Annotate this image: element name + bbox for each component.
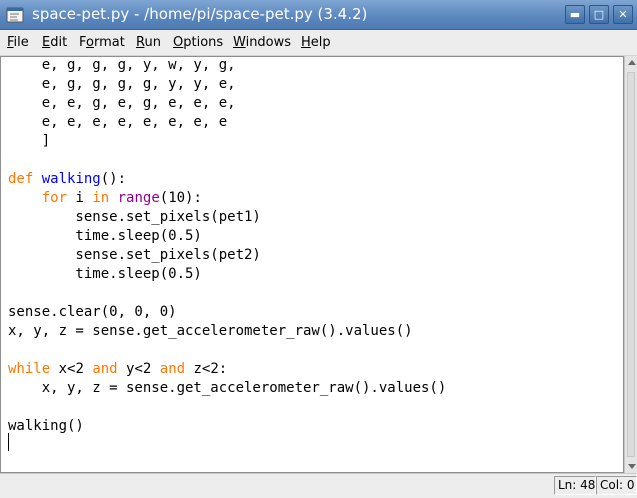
menu-file[interactable]: File	[7, 35, 29, 50]
code-token-bi: range	[117, 190, 160, 206]
code-token-kw: and	[159, 361, 186, 377]
code-line: e, e, g, e, g, e, e, e,	[8, 94, 236, 113]
code-token: ]	[8, 133, 51, 149]
code-line: walking()	[8, 417, 84, 436]
scroll-down-icon[interactable]	[628, 464, 636, 469]
status-column-number: Col: 0	[596, 476, 637, 495]
code-token: time.sleep(0.5)	[8, 266, 202, 282]
code-line: x, y, z = sense.get_accelerometer_raw().…	[8, 379, 447, 398]
code-line: while x<2 and y<2 and z<2:	[8, 360, 227, 379]
code-token: y<2	[117, 361, 160, 377]
code-token-kw: for	[41, 190, 68, 206]
code-token-kw: def	[8, 171, 34, 187]
code-editor[interactable]: e, g, g, g, y, w, y, g, e, g, g, g, g, y…	[0, 56, 624, 473]
maximize-icon: □	[593, 8, 605, 21]
code-token: i	[67, 190, 93, 206]
code-line: e, g, g, g, g, y, y, e,	[8, 75, 236, 94]
code-token: x, y, z = sense.get_accelerometer_raw().…	[8, 380, 447, 396]
code-line: sense.set_pixels(pet1)	[8, 208, 261, 227]
code-line: e, e, e, e, e, e, e, e	[8, 113, 227, 132]
code-token: ():	[100, 171, 127, 187]
code-token: z<2:	[185, 361, 228, 377]
menu-format[interactable]: Format	[79, 35, 125, 50]
scrollbar-thumb[interactable]	[627, 72, 635, 457]
code-line: for i in range(10):	[8, 189, 202, 208]
code-token-kw: and	[92, 361, 118, 377]
menu-options[interactable]: Options	[173, 35, 223, 50]
menu-run[interactable]: Run	[136, 35, 161, 50]
code-line: time.sleep(0.5)	[8, 265, 202, 284]
code-token: x, y, z = sense.get_accelerometer_raw().…	[8, 323, 413, 339]
code-token: walking()	[8, 418, 84, 434]
close-button[interactable]: ✕	[613, 5, 633, 24]
code-line: sense.set_pixels(pet2)	[8, 246, 261, 265]
status-bar: Ln: 48 Col: 0	[0, 473, 637, 498]
code-line: time.sleep(0.5)	[8, 227, 202, 246]
code-line: e, g, g, g, y, w, y, g,	[8, 57, 236, 75]
code-line: sense.clear(0, 0, 0)	[8, 303, 177, 322]
maximize-button[interactable]: □	[589, 5, 609, 24]
code-token: x<2	[50, 361, 93, 377]
code-line: def walking():	[8, 170, 126, 189]
code-token: e, g, g, g, y, w, y, g,	[8, 57, 236, 73]
code-token-fn: walking	[41, 171, 101, 187]
python-idle-icon	[6, 7, 24, 23]
code-line: x, y, z = sense.get_accelerometer_raw().…	[8, 322, 413, 341]
code-token-kw: while	[8, 361, 51, 377]
scroll-up-icon[interactable]	[628, 60, 636, 65]
code-token: e, e, g, e, g, e, e, e,	[8, 95, 236, 111]
code-token: sense.set_pixels(pet2)	[8, 247, 261, 263]
vertical-scrollbar[interactable]	[624, 56, 637, 473]
minimize-icon: ▬	[569, 8, 581, 21]
minimize-button[interactable]: ▬	[565, 5, 585, 24]
code-line: ]	[8, 132, 50, 151]
window-title: space-pet.py - /home/pi/space-pet.py (3.…	[32, 5, 368, 23]
status-line-number: Ln: 48	[554, 476, 596, 495]
code-token: sense.clear(0, 0, 0)	[8, 304, 177, 320]
title-bar[interactable]: space-pet.py - /home/pi/space-pet.py (3.…	[0, 0, 637, 30]
code-token: e, e, e, e, e, e, e, e	[8, 114, 228, 130]
code-token-kw: in	[92, 190, 110, 206]
code-token: time.sleep(0.5)	[8, 228, 202, 244]
menu-windows[interactable]: Windows	[233, 35, 291, 50]
menu-help[interactable]: Help	[301, 35, 331, 50]
code-token: (10):	[159, 190, 202, 206]
code-token: e, g, g, g, g, y, y, e,	[8, 76, 236, 92]
close-icon: ✕	[618, 8, 628, 21]
menu-bar: File Edit Format Run Options Windows Hel…	[0, 30, 637, 56]
menu-edit[interactable]: Edit	[42, 35, 67, 50]
code-token: sense.set_pixels(pet1)	[8, 209, 261, 225]
